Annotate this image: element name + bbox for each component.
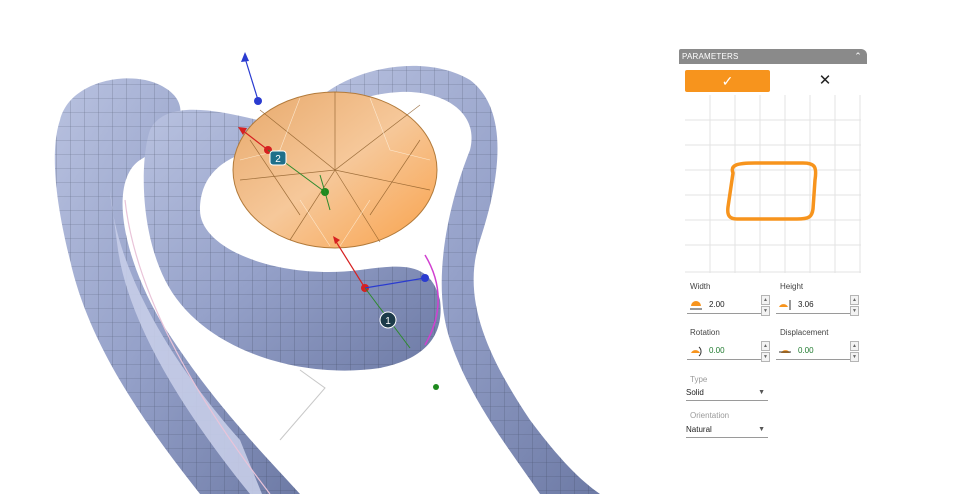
type-label: Type — [690, 375, 708, 384]
height-spinner[interactable]: ▲ ▼ — [850, 295, 859, 316]
width-field[interactable]: 2.00 ▲ ▼ — [687, 295, 770, 316]
rotation-value[interactable]: 0.00 — [709, 346, 725, 355]
profile-shape — [726, 161, 818, 221]
cancel-button[interactable]: ✕ — [810, 70, 840, 92]
marker-1[interactable]: 1 — [379, 311, 397, 329]
height-icon — [779, 300, 791, 310]
width-spinner[interactable]: ▲ ▼ — [761, 295, 770, 316]
orientation-dropdown[interactable]: Natural ▼ — [686, 425, 768, 438]
svg-text:2: 2 — [275, 154, 281, 165]
panel-title: PARAMETERS — [682, 52, 739, 61]
orientation-value: Natural — [686, 425, 712, 434]
profile-editor[interactable] — [685, 95, 861, 273]
chevron-down-icon: ▼ — [758, 426, 765, 433]
panel-header: PARAMETERS ⌃ — [679, 49, 867, 64]
profile-grid[interactable] — [685, 95, 861, 273]
height-field[interactable]: 3.06 ▲ ▼ — [776, 295, 859, 316]
displacement-field[interactable]: 0.00 ▲ ▼ — [776, 341, 859, 362]
parameters-panel: PARAMETERS ⌃ ✓ ✕ Width 2.00 ▲ ▼ Height 3… — [679, 49, 867, 449]
action-buttons: ✓ ✕ — [685, 70, 861, 92]
checkmark-icon: ✓ — [721, 73, 734, 89]
displacement-icon — [779, 350, 791, 353]
width-label: Width — [690, 282, 711, 291]
rotation-field[interactable]: 0.00 ▲ ▼ — [687, 341, 770, 362]
close-icon: ✕ — [818, 72, 832, 89]
width-icon — [690, 301, 702, 310]
rotation-icon — [691, 346, 702, 357]
displacement-label: Displacement — [780, 328, 829, 337]
height-label: Height — [780, 282, 804, 291]
marker-2[interactable]: 2 — [269, 150, 287, 166]
rotation-spinner[interactable]: ▲ ▼ — [761, 341, 770, 362]
width-value[interactable]: 2.00 — [709, 300, 725, 309]
rotation-label: Rotation — [690, 328, 720, 337]
type-dropdown[interactable]: Solid ▼ — [686, 388, 768, 401]
height-value[interactable]: 3.06 — [798, 300, 814, 309]
displacement-spinner[interactable]: ▲ ▼ — [850, 341, 859, 362]
displacement-value[interactable]: 0.00 — [798, 346, 814, 355]
chevron-down-icon: ▼ — [758, 389, 765, 396]
confirm-button[interactable]: ✓ — [685, 70, 770, 92]
chevron-up-icon[interactable]: ⌃ — [854, 49, 862, 64]
type-value: Solid — [686, 388, 704, 397]
gemstone[interactable] — [232, 91, 438, 249]
orientation-label: Orientation — [690, 411, 730, 420]
svg-text:1: 1 — [385, 316, 391, 327]
